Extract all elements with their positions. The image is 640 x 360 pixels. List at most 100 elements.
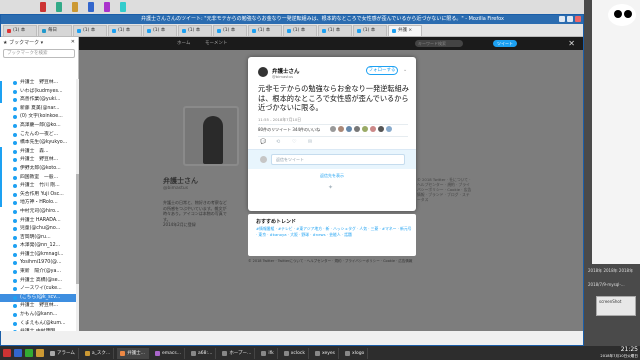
tab-favicon-icon — [287, 29, 291, 33]
taskbar-item[interactable]: 弁護士... — [117, 347, 149, 359]
close-window-button[interactable] — [575, 16, 581, 22]
dm-icon[interactable]: ✉ — [308, 139, 312, 145]
close-modal-icon[interactable]: ✕ — [568, 39, 575, 48]
bookmark-item[interactable]: 弁護士 中村康明... — [0, 328, 76, 331]
browser-tab[interactable]: (1) 本 — [318, 25, 352, 36]
bookmark-item[interactable]: 弁護士(@kmnagi... — [0, 251, 76, 260]
bookmark-item[interactable]: かもん(@kann... — [0, 311, 76, 320]
show-replies-link[interactable]: 返信先を表示 — [248, 173, 416, 179]
bookmark-item[interactable]: 弁護士 HARADA... — [0, 217, 76, 226]
nav-home[interactable]: ホーム — [177, 40, 190, 46]
bookmark-item[interactable]: (こちら)@k_scv... — [0, 293, 76, 303]
taskbar-item[interactable]: xlogo — [342, 347, 369, 359]
browser-tab[interactable]: (1) 本 — [178, 25, 212, 36]
bookmark-item[interactable]: 吉岡明(@ru... — [0, 234, 76, 243]
browser-tab[interactable]: 毎日 — [38, 25, 72, 36]
bookmark-item[interactable]: 木澤発(@nn_12... — [0, 242, 76, 251]
bookmark-item[interactable]: 弁護士 竹川 剛... — [0, 182, 76, 191]
browser-tab-active[interactable]: 弁護 × — [388, 25, 422, 36]
retweet-icon[interactable]: ⟲ — [276, 139, 280, 145]
bookmark-item[interactable]: 矢合作用 Yuji Osc... — [0, 191, 76, 200]
liker-avatar[interactable] — [330, 126, 336, 132]
bookmark-item[interactable]: 児童(@chu@no... — [0, 225, 76, 234]
bookmark-item[interactable]: ノ一スワイ(cuke... — [0, 285, 76, 294]
liker-avatar[interactable] — [378, 126, 384, 132]
browser-tab[interactable]: (1) 本 — [3, 25, 37, 36]
tab-favicon-icon — [392, 29, 396, 33]
browser-tab[interactable]: (1) 本 — [353, 25, 387, 36]
browser-tab[interactable]: (1) 本 — [73, 25, 107, 36]
footer-links[interactable]: © 2018 Twitter · Twitterについて · ヘルプセンター ·… — [248, 259, 418, 264]
bookmark-item[interactable]: 伊野太郎(@koto... — [0, 165, 76, 174]
eye-icon — [614, 10, 622, 18]
bookmark-item[interactable]: こたんの一夜ど... — [0, 131, 76, 140]
bookmark-item[interactable]: 弁護士 野豆林... — [0, 79, 76, 88]
liker-avatar[interactable] — [370, 126, 376, 132]
start-menu-icon[interactable] — [3, 349, 11, 357]
liker-avatar[interactable] — [386, 126, 392, 132]
bookmark-search-input[interactable]: ブックマークを検索 — [3, 49, 75, 58]
taskbar-item[interactable]: a_スク... — [82, 347, 115, 359]
taskbar-item[interactable]: ホープー... — [219, 347, 256, 359]
maximize-button[interactable] — [567, 16, 573, 22]
launcher-icon[interactable] — [25, 349, 33, 357]
window-titlebar[interactable]: 弁護士さんさんのツイート: "元非モテからの勉強ならお金なり一発逆転組みは、根本… — [1, 15, 583, 24]
bookmark-item[interactable]: 高澤慶一郎(@ko... — [0, 122, 76, 131]
launcher-icon[interactable] — [14, 349, 22, 357]
browser-tab[interactable]: (1) 本 — [283, 25, 317, 36]
browser-tab[interactable]: (1) 本 — [213, 25, 247, 36]
trends-list[interactable]: #情報番組 · #テレビ · #東アジア地方 · 新 · ハッシュタグ · 人気… — [256, 226, 412, 237]
bookmark-item[interactable]: 地方神・HRolo... — [0, 199, 76, 208]
bookmark-item[interactable]: 中村元司(@hiro... — [0, 208, 76, 217]
bookmark-item[interactable]: 弁護士 野豆林... — [0, 156, 76, 165]
chevron-down-icon[interactable]: ⌄ — [403, 67, 407, 73]
tweet-timestamp[interactable]: 11:55 - 2018年7月10日 — [258, 117, 301, 123]
tweet-avatar[interactable] — [258, 67, 268, 77]
launcher-icon[interactable] — [36, 349, 44, 357]
taskbar-item[interactable]: アラーム — [47, 347, 79, 359]
browser-tab[interactable]: (1) 本 — [248, 25, 282, 36]
bookmark-item[interactable]: 東新 陽介(@ya... — [0, 268, 76, 277]
nav-moments[interactable]: モーメント — [205, 40, 227, 46]
tweet-author-handle[interactable]: @bimastus — [272, 74, 293, 79]
tab-favicon-icon — [182, 29, 186, 33]
reply-input[interactable]: 返信をツイート — [271, 154, 405, 165]
taskbar-item[interactable]: xclock — [281, 347, 309, 359]
bookmark-item[interactable]: 高善作業(@yuki... — [0, 96, 76, 105]
taskbar-item[interactable]: a68:... — [188, 347, 217, 359]
bookmark-item[interactable]: 四国教室 一般... — [0, 174, 76, 183]
reply-icon[interactable]: 💬 — [260, 139, 266, 145]
desktop-label: 2018年 2018年 2018年 — [588, 268, 634, 273]
bookmark-item[interactable]: 橋本先生(@kyukyo... — [0, 139, 76, 148]
bookmark-item[interactable]: 新藤 夏美(@nar... — [0, 105, 76, 114]
liker-avatar[interactable] — [338, 126, 344, 132]
follow-button[interactable]: フォローする — [366, 66, 398, 75]
app-icon — [261, 350, 267, 356]
tweet-stats[interactable]: 80件のリツイート 344件のいいね — [258, 127, 320, 133]
taskbar-item[interactable]: xeyes — [312, 347, 340, 359]
sidebar-title[interactable]: ★ ブックマーク ▾ — [3, 39, 43, 46]
taskbar-clock[interactable]: 21:25 2018年7月10日火曜日 — [600, 346, 638, 359]
liker-avatar[interactable] — [346, 126, 352, 132]
liker-avatar[interactable] — [354, 126, 360, 132]
sidebar-header: ★ ブックマーク ▾ ✕ — [0, 37, 78, 47]
twitter-search-input[interactable]: キーワード検索 — [415, 40, 463, 47]
bookmark-item[interactable]: (0) 文字(koinkoe... — [0, 113, 76, 122]
taskbar-item[interactable]: emacs... — [152, 347, 186, 359]
bookmark-item[interactable]: くまえもん(@kum... — [0, 320, 76, 329]
like-icon[interactable]: ♡ — [292, 139, 296, 145]
profile-avatar[interactable] — [183, 106, 239, 166]
tweet-button[interactable]: ツイート — [493, 40, 517, 47]
screenshot-window[interactable]: screenShot — [596, 296, 636, 316]
bookmark-item[interactable]: 弁護士 高橋(@se... — [0, 277, 76, 286]
close-sidebar-icon[interactable]: ✕ — [71, 39, 75, 45]
bookmark-item[interactable]: Yosihmi1970(@... — [0, 259, 76, 268]
bookmark-item[interactable]: 弁護士 森... — [0, 148, 76, 157]
browser-tab[interactable]: (1) 本 — [143, 25, 177, 36]
minimize-button[interactable] — [559, 16, 565, 22]
liker-avatar[interactable] — [362, 126, 368, 132]
browser-tab[interactable]: (1) 本 — [108, 25, 142, 36]
bookmark-item[interactable]: 弁護士 野豆林... — [0, 302, 76, 311]
bookmark-item[interactable]: いわば(kudmyes... — [0, 88, 76, 97]
taskbar-item[interactable]: ifk — [258, 347, 278, 359]
